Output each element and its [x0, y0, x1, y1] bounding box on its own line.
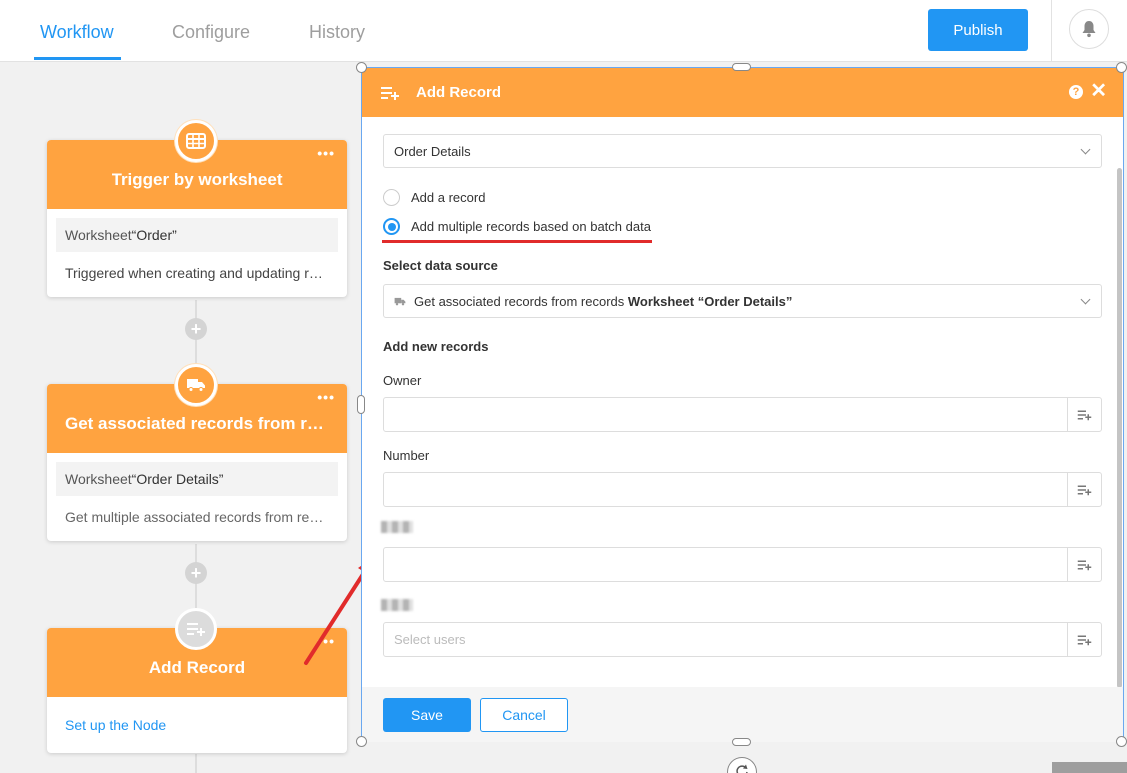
- panel-header: Add Record ? ✕: [362, 68, 1123, 117]
- number-field[interactable]: [383, 472, 1102, 507]
- insert-field-button[interactable]: [1067, 473, 1101, 506]
- add-record-icon: [1077, 635, 1092, 645]
- field-label-number: Number: [383, 448, 430, 463]
- insert-field-button[interactable]: [1067, 623, 1101, 656]
- panel-body: Order Details Add a record Add multiple …: [362, 117, 1123, 687]
- resize-handle[interactable]: [1116, 736, 1127, 747]
- add-node-button[interactable]: +: [185, 562, 207, 584]
- connector-line: [195, 754, 197, 773]
- annotation-underline: [382, 240, 652, 243]
- insert-field-button[interactable]: [1067, 398, 1101, 431]
- save-button[interactable]: Save: [383, 698, 471, 732]
- radio-button[interactable]: [383, 189, 400, 206]
- bell-icon: [1082, 21, 1096, 38]
- resize-handle[interactable]: [732, 738, 751, 746]
- truck-icon: [187, 379, 205, 392]
- node-worksheet: Worksheet “Order”: [56, 218, 338, 252]
- top-navigation-bar: Workflow Configure History Publish: [0, 0, 1127, 62]
- data-source-label: Select data source: [383, 258, 498, 273]
- data-source-select[interactable]: Get associated records from records Work…: [383, 284, 1102, 318]
- node-description: Triggered when creating and updating rec…: [65, 265, 347, 281]
- radio-add-multiple-records[interactable]: Add multiple records based on batch data: [383, 218, 651, 235]
- redacted-field[interactable]: [383, 547, 1102, 582]
- add-record-icon: [1077, 410, 1092, 420]
- insert-field-button[interactable]: [1067, 548, 1101, 581]
- resize-handle[interactable]: [356, 736, 367, 747]
- divider: [1051, 0, 1052, 62]
- more-icon[interactable]: •••: [317, 390, 335, 404]
- owner-field[interactable]: [383, 397, 1102, 432]
- cancel-button[interactable]: Cancel: [480, 698, 568, 732]
- table-grid-icon: [186, 133, 206, 149]
- rotate-icon: [736, 764, 748, 773]
- tab-history[interactable]: History: [309, 22, 365, 43]
- chevron-down-icon: [1080, 144, 1091, 155]
- panel-title: Add Record: [416, 84, 502, 101]
- active-tab-indicator: [34, 57, 121, 60]
- publish-button[interactable]: Publish: [928, 9, 1028, 51]
- add-record-icon: [1077, 560, 1092, 570]
- add-record-icon: [187, 623, 205, 636]
- add-record-panel: Add Record ? ✕ Order Details Add a recor…: [361, 67, 1124, 742]
- resize-handle[interactable]: [732, 63, 751, 71]
- node-badge: [175, 608, 217, 650]
- tab-workflow[interactable]: Workflow: [40, 22, 114, 43]
- node-badge: [175, 120, 217, 162]
- setup-node-link[interactable]: Set up the Node: [47, 697, 347, 753]
- field-label-redacted: [381, 521, 413, 533]
- background-strip: [1052, 762, 1127, 773]
- resize-handle[interactable]: [357, 395, 365, 414]
- notification-button[interactable]: [1069, 9, 1109, 49]
- help-icon[interactable]: ?: [1069, 85, 1083, 99]
- close-icon[interactable]: ✕: [1090, 81, 1107, 101]
- user-select-field[interactable]: Select users: [383, 622, 1102, 657]
- field-label-owner: Owner: [383, 373, 422, 388]
- tab-configure[interactable]: Configure: [172, 22, 250, 43]
- add-record-icon: [1077, 485, 1092, 495]
- workflow-node-get-records[interactable]: ••• Get associated records from records …: [47, 364, 347, 541]
- node-worksheet: Worksheet “Order Details”: [56, 462, 338, 496]
- more-icon[interactable]: •••: [317, 146, 335, 160]
- rotate-handle[interactable]: [727, 757, 757, 773]
- add-node-button[interactable]: +: [185, 318, 207, 340]
- scrollbar[interactable]: [1117, 168, 1122, 688]
- worksheet-select[interactable]: Order Details: [383, 134, 1102, 168]
- new-records-label: Add new records: [383, 339, 489, 354]
- radio-add-a-record[interactable]: Add a record: [383, 189, 485, 206]
- radio-button-checked[interactable]: [383, 218, 400, 235]
- panel-footer: Save Cancel: [362, 687, 1123, 742]
- node-badge: [175, 364, 217, 406]
- add-record-icon: [381, 86, 399, 100]
- field-label-redacted: [381, 599, 413, 611]
- truck-icon: [394, 297, 406, 305]
- chevron-down-icon: [1080, 294, 1091, 305]
- workflow-node-trigger[interactable]: ••• Trigger by worksheet Worksheet “Order…: [47, 120, 347, 297]
- resize-handle[interactable]: [356, 62, 367, 73]
- resize-handle[interactable]: [1116, 62, 1127, 73]
- node-description: Get multiple associated records from rec…: [65, 509, 344, 525]
